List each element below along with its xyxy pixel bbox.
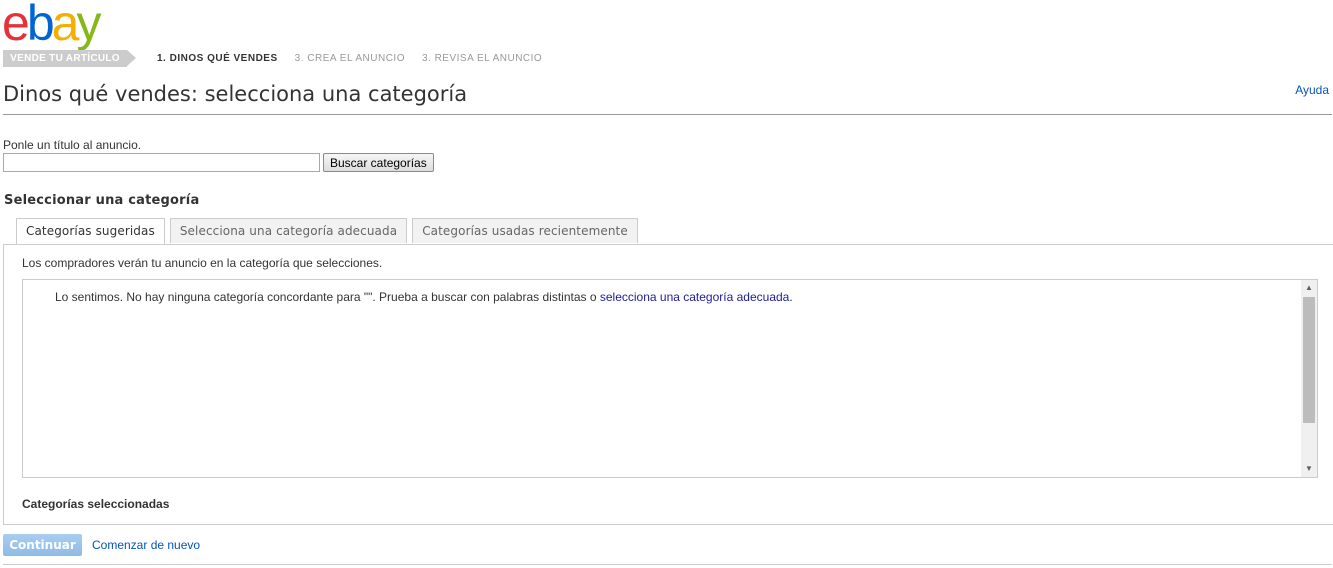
- category-results-box: Lo sentimos. No hay ninguna categoría co…: [22, 279, 1318, 478]
- tab-recent-categories[interactable]: Categorías usadas recientemente: [412, 218, 638, 243]
- search-categories-button[interactable]: Buscar categorías: [323, 153, 434, 172]
- logo-letter-a: a: [51, 0, 80, 51]
- start-over-link[interactable]: Comenzar de nuevo: [92, 538, 200, 552]
- no-results-text: Lo sentimos. No hay ninguna categoría co…: [55, 290, 600, 304]
- listing-title-label: Ponle un título al anuncio.: [3, 138, 142, 152]
- scroll-down-icon[interactable]: ▼: [1301, 461, 1317, 477]
- listing-title-input[interactable]: [3, 153, 320, 172]
- logo-letter-y: y: [76, 0, 101, 51]
- help-link[interactable]: Ayuda: [1295, 83, 1329, 97]
- category-tabs: Categorías sugeridas Selecciona una cate…: [16, 218, 643, 245]
- logo-letter-e: e: [2, 0, 30, 51]
- no-results-period: .: [789, 290, 793, 304]
- category-panel: Los compradores verán tu anuncio en la c…: [3, 244, 1333, 525]
- browse-category-link[interactable]: selecciona una categoría adecuada: [600, 290, 789, 304]
- step-review-listing: 3. REVISA EL ANUNCIO: [421, 53, 543, 64]
- select-category-heading: Seleccionar una categoría: [4, 193, 200, 208]
- header-divider: [3, 114, 1332, 115]
- no-results-message: Lo sentimos. No hay ninguna categoría co…: [55, 290, 793, 304]
- tab-suggested-categories[interactable]: Categorías sugeridas: [16, 218, 165, 245]
- footer-divider: [3, 564, 1332, 565]
- selected-categories-heading: Categorías seleccionadas: [22, 497, 170, 511]
- scroll-up-icon[interactable]: ▲: [1301, 280, 1317, 296]
- results-scrollbar[interactable]: ▲ ▼: [1301, 280, 1317, 477]
- continue-button[interactable]: Continuar: [3, 534, 82, 556]
- logo-letter-b: b: [26, 0, 55, 51]
- tab-browse-categories[interactable]: Selecciona una categoría adecuada: [169, 218, 408, 243]
- ebay-logo[interactable]: ebay: [2, 0, 101, 52]
- page-title: Dinos qué vendes: selecciona una categor…: [3, 82, 468, 106]
- scroll-thumb[interactable]: [1303, 297, 1315, 423]
- step-section-badge: VENDE TU ARTÍCULO: [3, 50, 136, 67]
- step-create-listing: 3. CREA EL ANUNCIO: [294, 53, 405, 64]
- progress-steps: VENDE TU ARTÍCULO 1. DINOS QUÉ VENDES 3.…: [3, 50, 542, 67]
- step-1-current: 1. DINOS QUÉ VENDES: [157, 53, 278, 64]
- buyers-note: Los compradores verán tu anuncio en la c…: [22, 256, 383, 270]
